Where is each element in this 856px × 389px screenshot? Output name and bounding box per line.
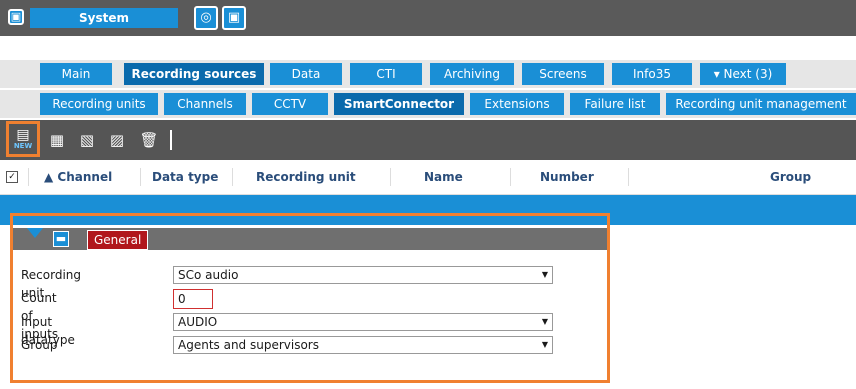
column-group[interactable]: Group (770, 160, 811, 194)
count-of-inputs-input[interactable]: 0 (173, 289, 213, 309)
column-channel[interactable]: ▲ Channel (44, 160, 112, 194)
tab-recording-unit-management[interactable]: Recording unit management (666, 93, 856, 115)
dropdown-arrow-icon: ▼ (541, 340, 548, 349)
top-bar: ▣ System ◎ ▣ (0, 0, 856, 36)
column-separator (510, 168, 511, 186)
column-separator (28, 168, 29, 186)
tab-smartconnector[interactable]: SmartConnector (334, 93, 464, 115)
recording-unit-select[interactable]: SCo audio ▼ (173, 266, 553, 284)
table-header: ✓ ▲ Channel Data type Recording unit Nam… (0, 160, 856, 195)
action-toolbar: ▤ NEW ▦ ▧ ▨ 🗑 (0, 120, 856, 160)
tab-recording-units[interactable]: Recording units (40, 93, 158, 115)
tab-main[interactable]: Main (40, 63, 112, 85)
panel-header: ▬ General (13, 228, 607, 250)
refresh-icon[interactable]: ▣ (222, 6, 246, 30)
column-recording-unit[interactable]: Recording unit (256, 160, 356, 194)
tab-cti[interactable]: CTI (350, 63, 422, 85)
column-separator (232, 168, 233, 186)
select-value: SCo audio (178, 268, 239, 282)
column-name[interactable]: Name (424, 160, 463, 194)
sub-nav: Recording units Channels CCTV SmartConne… (0, 90, 856, 118)
collapse-triangle-icon[interactable] (27, 228, 43, 238)
select-value: AUDIO (178, 315, 218, 329)
paste-icon[interactable]: ▨ (106, 128, 128, 152)
column-separator (628, 168, 629, 186)
dropdown-arrow-icon: ▼ (541, 270, 548, 279)
tab-recording-sources[interactable]: Recording sources (124, 63, 264, 85)
select-value: Agents and supervisors (178, 338, 319, 352)
field-label: Group (21, 338, 58, 352)
tab-cctv[interactable]: CCTV (252, 93, 328, 115)
copy-icon[interactable]: ▧ (76, 128, 98, 152)
monitor-icon[interactable]: ◎ (194, 6, 218, 30)
toolbar-separator (170, 130, 172, 150)
column-number[interactable]: Number (540, 160, 594, 194)
detail-panel-highlight: ▬ General Recording unit SCo audio ▼ Cou… (10, 213, 610, 383)
delete-icon[interactable]: 🗑 (138, 128, 160, 152)
input-datatype-select[interactable]: AUDIO ▼ (173, 313, 553, 331)
edit-icon[interactable]: ▦ (46, 128, 68, 152)
tab-screens[interactable]: Screens (522, 63, 604, 85)
tab-extensions[interactable]: Extensions (470, 93, 564, 115)
tab-failure-list[interactable]: Failure list (570, 93, 660, 115)
tab-next[interactable]: ▾ Next (3) (700, 63, 786, 85)
group-select[interactable]: Agents and supervisors ▼ (173, 336, 553, 354)
dropdown-arrow-icon: ▼ (541, 317, 548, 326)
tab-general[interactable]: General (87, 230, 149, 250)
column-separator (140, 168, 141, 186)
new-button-highlight (6, 121, 40, 157)
select-all-checkbox[interactable]: ✓ (6, 171, 18, 183)
system-icon[interactable]: ▣ (8, 9, 24, 25)
system-menu-button[interactable]: System (30, 8, 178, 28)
save-icon[interactable]: ▬ (53, 231, 69, 247)
main-nav: Main Recording sources Data CTI Archivin… (0, 60, 856, 88)
tab-info35[interactable]: Info35 (612, 63, 692, 85)
tab-channels[interactable]: Channels (164, 93, 246, 115)
column-separator (390, 168, 391, 186)
tab-archiving[interactable]: Archiving (430, 63, 514, 85)
tab-data[interactable]: Data (270, 63, 342, 85)
column-data-type[interactable]: Data type (152, 160, 218, 194)
